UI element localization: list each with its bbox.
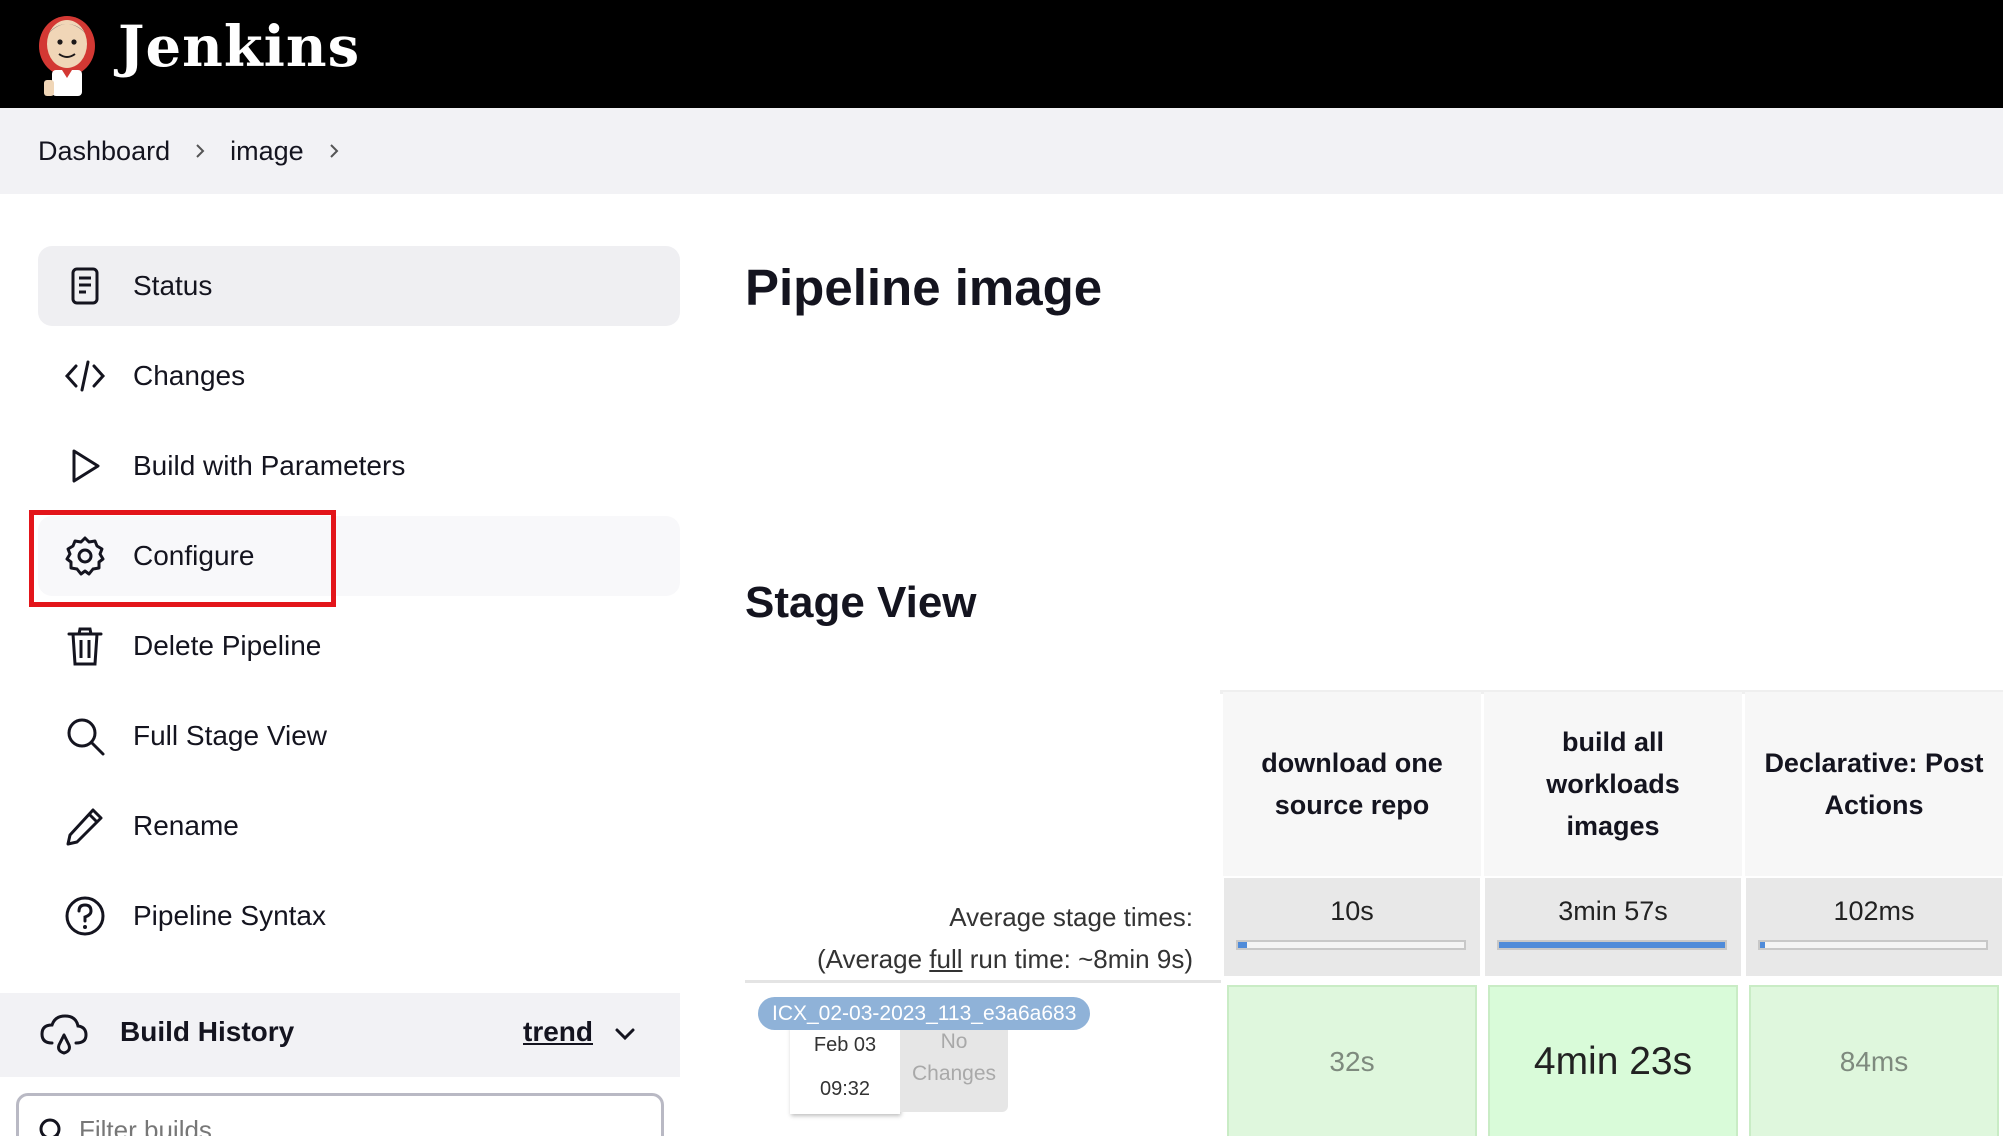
- play-icon: [62, 443, 108, 489]
- stage-result-duration: 4min 23s: [1533, 1039, 1693, 1083]
- build-name-badge[interactable]: ICX_02-03-2023_113_e3a6a683: [758, 997, 1091, 1030]
- code-icon: [62, 353, 108, 399]
- pencil-icon: [62, 803, 108, 849]
- stage-average-bar: [1758, 940, 1988, 950]
- stage-average-time: 10s: [1330, 896, 1374, 926]
- stage-name: build all workloads images: [1546, 727, 1680, 841]
- average-times-label: Average stage times: (Average full run t…: [745, 896, 1193, 980]
- cloud-rain-icon: [40, 1014, 88, 1055]
- average-run-time-text: (Average full run time: ~8min 9s): [817, 944, 1193, 974]
- sidebar-item-pipeline-syntax[interactable]: Pipeline Syntax: [38, 876, 680, 956]
- build-history-title: Build History: [120, 1016, 295, 1047]
- brand-title[interactable]: Jenkins: [118, 14, 360, 80]
- stage-average-time: 3min 57s: [1558, 896, 1668, 926]
- sidebar-item-label: Pipeline Syntax: [133, 900, 327, 931]
- average-stage-times-text: Average stage times:: [949, 902, 1193, 932]
- chevron-right-icon: [170, 142, 230, 160]
- stage-average-bar-fill: [1760, 942, 1765, 948]
- sidebar-item-full-stage-view[interactable]: Full Stage View: [38, 696, 680, 776]
- sidebar-item-build-with-parameters[interactable]: Build with Parameters: [38, 426, 680, 506]
- stage-header-download-one-source-repo: download one source repo: [1223, 692, 1481, 876]
- sidebar-item-delete-pipeline[interactable]: Delete Pipeline: [38, 606, 680, 686]
- status-icon: [62, 263, 108, 309]
- chevron-down-icon[interactable]: [612, 1019, 638, 1049]
- sidebar-item-label: Status: [133, 270, 213, 301]
- stage-average-cell: 10s: [1224, 878, 1480, 976]
- sidebar-item-status[interactable]: Status: [38, 246, 680, 326]
- stage-average-bar-fill: [1499, 942, 1725, 948]
- trend-link[interactable]: trend: [523, 1016, 593, 1048]
- breadcrumb: Dashboard image: [0, 108, 2003, 194]
- stage-result-cell[interactable]: 4min 23s: [1488, 985, 1738, 1136]
- stage-result-cell[interactable]: 84ms: [1749, 985, 1999, 1136]
- stage-average-bar: [1236, 940, 1466, 950]
- stage-average-bar-fill: [1238, 942, 1248, 948]
- sidebar-item-label: Rename: [133, 810, 239, 841]
- trash-icon: [62, 623, 108, 669]
- sidebar-item-rename[interactable]: Rename: [38, 786, 680, 866]
- sidebar-item-label: Build with Parameters: [133, 450, 406, 481]
- stage-header-declarative-post-actions: Declarative: Post Actions: [1745, 692, 2003, 876]
- filter-builds-box: [16, 1093, 664, 1136]
- top-header: Jenkins: [0, 0, 2003, 108]
- build-date-box: Feb 03 09:32: [790, 1026, 900, 1114]
- full-run-link[interactable]: full: [929, 944, 962, 974]
- stage-average-cell: 3min 57s: [1485, 878, 1741, 976]
- page-title: Pipeline image: [745, 259, 1103, 316]
- sidebar-item-label: Delete Pipeline: [133, 630, 322, 661]
- stage-name: download one source repo: [1261, 748, 1443, 820]
- help-icon: [62, 893, 108, 939]
- breadcrumb-image[interactable]: image: [230, 136, 304, 167]
- jenkins-logo-icon[interactable]: [34, 10, 100, 98]
- search-icon: [62, 713, 108, 759]
- build-date: Feb 03: [813, 1034, 877, 1056]
- stage-average-bar: [1497, 940, 1727, 950]
- sidebar-item-label: Full Stage View: [133, 720, 328, 751]
- stage-average-cell: 102ms: [1746, 878, 2002, 976]
- stage-result-duration: 84ms: [1839, 1045, 1909, 1077]
- stage-average-time: 102ms: [1833, 896, 1915, 926]
- chevron-right-icon[interactable]: [304, 142, 364, 160]
- search-icon: [39, 1118, 61, 1136]
- filter-builds-input[interactable]: [79, 1110, 639, 1136]
- build-history-panel: Build History trend: [0, 993, 680, 1077]
- breadcrumb-dashboard[interactable]: Dashboard: [38, 136, 170, 167]
- build-changes-box[interactable]: No Changes: [900, 1026, 1008, 1112]
- sidebar-item-label: Changes: [133, 360, 246, 391]
- stage-result-duration: 32s: [1329, 1045, 1375, 1077]
- stage-view-title: Stage View: [745, 578, 977, 627]
- sidebar-item-changes[interactable]: Changes: [38, 336, 680, 416]
- no-changes-text: No Changes: [911, 1030, 997, 1085]
- stage-header-build-all-workloads-images: build all workloads images: [1484, 692, 1742, 876]
- build-time: 09:32: [819, 1078, 871, 1100]
- stage-name: Declarative: Post Actions: [1764, 748, 1984, 820]
- configure-highlight-box: [29, 510, 336, 607]
- build-row-separator: [745, 980, 1221, 983]
- stage-result-cell[interactable]: 32s: [1227, 985, 1477, 1136]
